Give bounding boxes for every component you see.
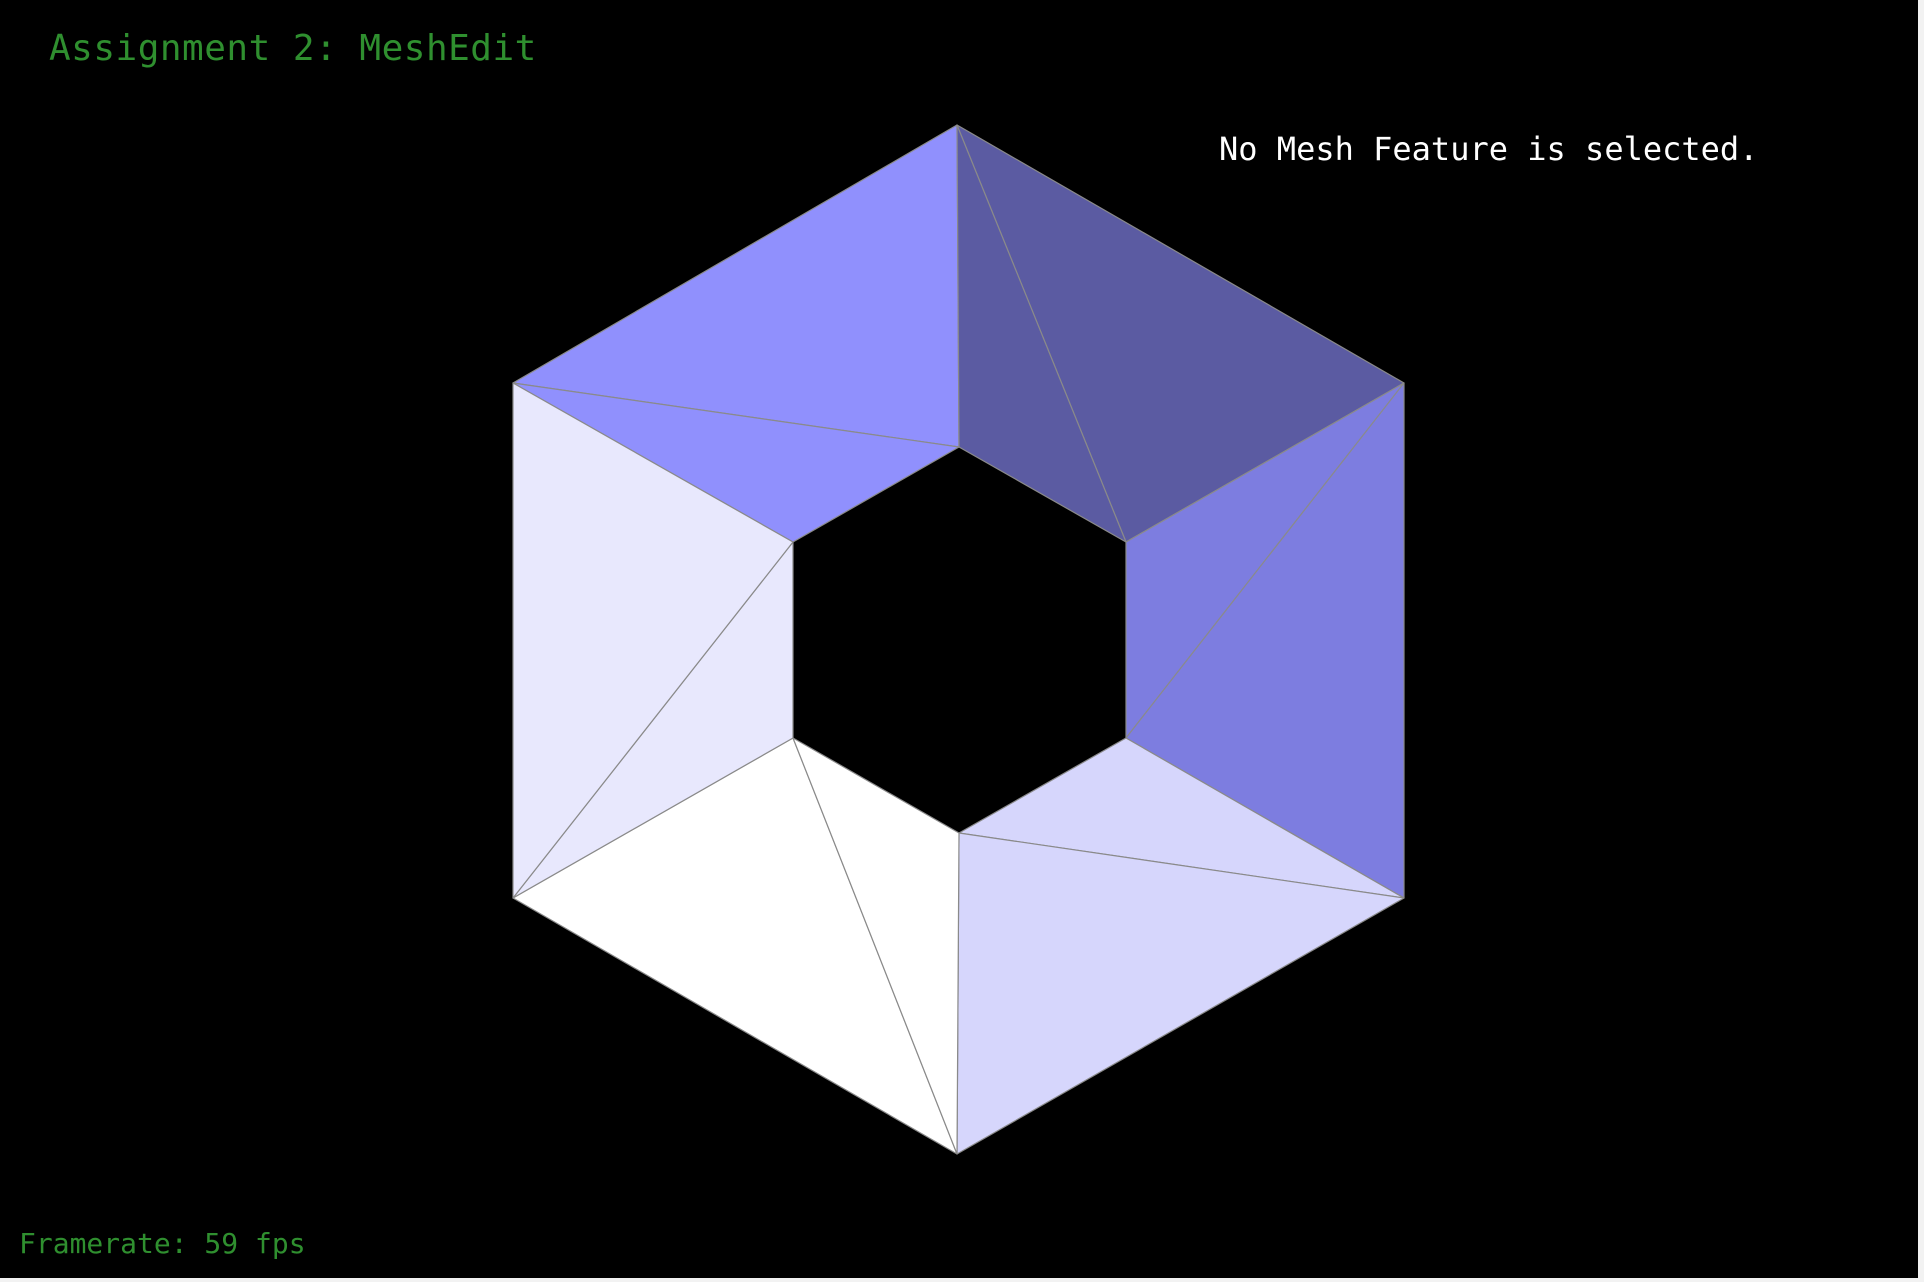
selection-status: No Mesh Feature is selected. [1219, 130, 1759, 168]
app-title: Assignment 2: MeshEdit [49, 28, 537, 69]
mesh-canvas[interactable] [0, 0, 1924, 1282]
mesh-viewport[interactable]: Assignment 2: MeshEdit No Mesh Feature i… [0, 0, 1924, 1282]
mesh-faces[interactable] [512, 124, 1405, 1155]
window-right-border [1918, 0, 1924, 1282]
framerate-readout: Framerate: 59 fps [19, 1227, 306, 1260]
window-bottom-border [0, 1278, 1924, 1282]
